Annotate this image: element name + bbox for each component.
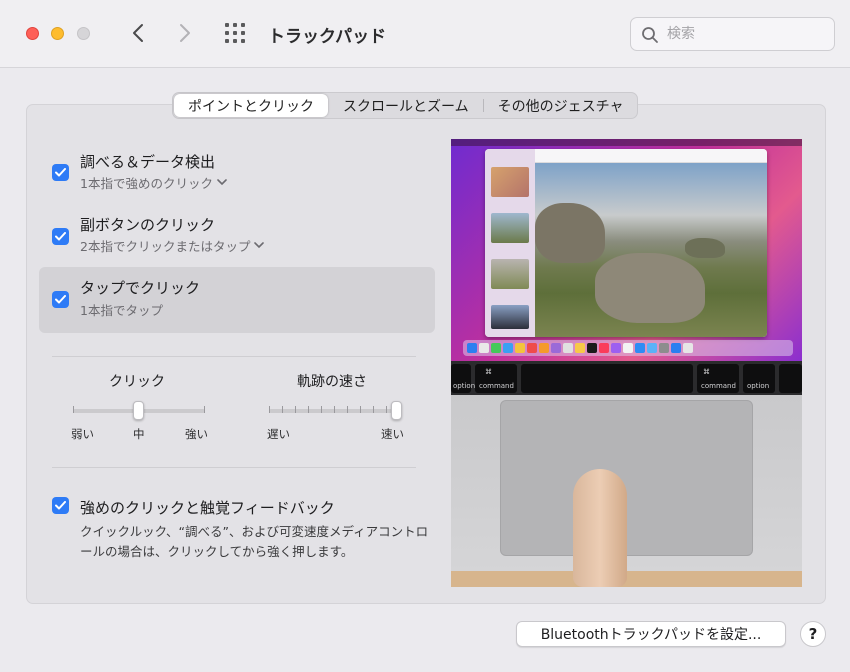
- secondary-click-checkbox[interactable]: [52, 228, 69, 245]
- key-option-right: option: [747, 382, 770, 390]
- secondary-click-title: 副ボタンのクリック: [80, 216, 216, 234]
- search-icon: [642, 27, 658, 43]
- click-slider-label: クリック: [109, 374, 165, 390]
- key-cmd-symbol-left: ⌘: [485, 368, 492, 376]
- preview-photos-window: [485, 149, 767, 337]
- tracking-slider-track[interactable]: [269, 409, 401, 413]
- preview-menubar: [451, 139, 802, 146]
- preview-landscape-photo: [535, 163, 767, 337]
- chevron-left-icon: [133, 24, 143, 42]
- checkmark-icon: [55, 295, 66, 304]
- tap-to-click-subtitle: 1本指でタップ: [80, 303, 163, 318]
- preview-sidebar: [485, 149, 535, 337]
- key-cmd-symbol-right: ⌘: [703, 368, 710, 376]
- key-command-right: command: [701, 382, 736, 390]
- tracking-min-label: 遅い: [267, 427, 290, 441]
- preview-app-toolbar: [535, 149, 767, 163]
- setup-bluetooth-trackpad-button[interactable]: Bluetoothトラックパッドを設定...: [516, 621, 786, 647]
- click-slider-knob[interactable]: [133, 401, 144, 420]
- lookup-title: 調べる＆データ検出: [80, 153, 216, 171]
- force-click-description: クイックルック、“調べる”、および可変速度メディアコントロールの場合は、クリック…: [80, 524, 429, 559]
- help-button[interactable]: ?: [800, 621, 826, 647]
- click-mid-label: 中: [133, 427, 145, 441]
- slider-tick: [321, 406, 322, 413]
- toolbar: トラックパッド: [0, 0, 850, 68]
- slider-tick: [204, 406, 205, 413]
- tab-more-gestures[interactable]: その他のジェスチャ: [484, 93, 638, 118]
- slider-tick: [386, 406, 387, 413]
- checkmark-icon: [55, 168, 66, 177]
- tap-to-click-checkbox[interactable]: [52, 291, 69, 308]
- divider: [52, 356, 416, 357]
- search-field[interactable]: [630, 17, 835, 51]
- slider-tick: [308, 406, 309, 413]
- gesture-preview-image: option ⌘ command ⌘ command option: [451, 139, 802, 587]
- slider-tick: [373, 406, 374, 413]
- slider-tick: [73, 406, 74, 413]
- click-max-label: 強い: [185, 427, 208, 441]
- preview-keyboard: option ⌘ command ⌘ command option: [451, 361, 802, 395]
- slider-tick: [347, 406, 348, 413]
- show-all-grid-icon[interactable]: [224, 22, 248, 46]
- preview-finger: [573, 469, 627, 587]
- tab-point-and-click[interactable]: ポイントとクリック: [174, 94, 328, 117]
- tab-bar: ポイントとクリック スクロールとズーム その他のジェスチャ: [172, 92, 639, 119]
- slider-tick: [295, 406, 296, 413]
- close-button[interactable]: [26, 27, 39, 40]
- click-min-label: 弱い: [71, 427, 94, 441]
- zoom-button[interactable]: [77, 27, 90, 40]
- tracking-slider-label: 軌跡の速さ: [297, 374, 367, 390]
- tracking-max-label: 速い: [381, 427, 404, 441]
- key-space: [521, 364, 693, 393]
- slider-tick: [282, 406, 283, 413]
- secondary-click-dropdown[interactable]: 2本指でクリックまたはタップ: [80, 236, 265, 255]
- preview-dock: [463, 340, 793, 356]
- force-click-checkbox[interactable]: [52, 497, 69, 514]
- lookup-gesture-value: 1本指で強めのクリック: [80, 176, 213, 191]
- preferences-window: トラックパッド ポイントとクリック スクロールとズーム その他のジェスチャ 調べ…: [0, 0, 850, 672]
- window-title: トラックパッド: [268, 27, 387, 47]
- lookup-checkbox[interactable]: [52, 164, 69, 181]
- tracking-slider-knob[interactable]: [391, 401, 402, 420]
- tap-to-click-title: タップでクリック: [80, 279, 201, 297]
- checkmark-icon: [55, 232, 66, 241]
- checkmark-icon: [55, 501, 66, 510]
- key-command-left: command: [479, 382, 514, 390]
- slider-tick: [269, 406, 270, 413]
- minimize-button[interactable]: [51, 27, 64, 40]
- slider-tick: [360, 406, 361, 413]
- preview-screen: [451, 139, 802, 361]
- tab-scroll-and-zoom[interactable]: スクロールとズーム: [329, 93, 483, 118]
- search-input[interactable]: [667, 24, 827, 44]
- key-option-left: option: [453, 382, 476, 390]
- slider-tick: [334, 406, 335, 413]
- divider: [52, 467, 416, 468]
- forward-button[interactable]: [173, 20, 197, 46]
- force-click-title: 強めのクリックと触覚フィードバック: [80, 499, 335, 517]
- lookup-gesture-dropdown[interactable]: 1本指で強めのクリック: [80, 173, 227, 192]
- chevron-right-icon: [180, 24, 190, 42]
- secondary-click-value: 2本指でクリックまたはタップ: [80, 239, 251, 254]
- back-button[interactable]: [126, 20, 150, 46]
- chevron-down-icon: [254, 242, 265, 249]
- chevron-down-icon: [217, 179, 227, 186]
